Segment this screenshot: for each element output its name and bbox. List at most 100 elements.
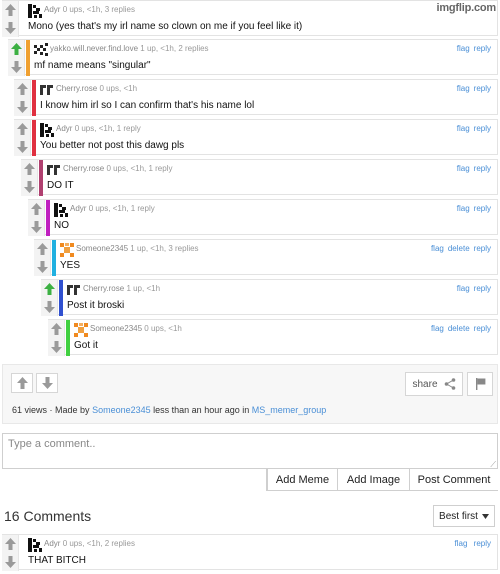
avatar[interactable] [60, 243, 74, 257]
upvote-button[interactable] [34, 240, 51, 258]
comment-username[interactable]: yakko.will.never.find.love [50, 44, 138, 53]
downvote-button[interactable] [14, 138, 31, 156]
arrow-down-icon [51, 341, 62, 353]
comment-text: Post it broski [67, 300, 125, 311]
comment-info: 0 ups, <1h, 3 replies [62, 5, 135, 14]
comment-info: 1 up, <1h, 2 replies [140, 44, 209, 53]
comment-username[interactable]: Adyr [44, 539, 60, 548]
upvote-button[interactable] [14, 120, 31, 138]
reply-link[interactable]: reply [474, 164, 491, 173]
avatar[interactable] [54, 203, 68, 217]
downvote-button[interactable] [48, 338, 65, 356]
comment-actions: flag reply [453, 163, 491, 175]
flag-link[interactable]: flag [457, 84, 470, 93]
arrow-up-icon [24, 163, 35, 175]
downvote-button[interactable] [8, 58, 25, 76]
avatar[interactable] [40, 83, 54, 97]
thread-depth-bar [26, 40, 30, 76]
comment-item: Someone2345 1 up, <1h, 3 replies YES flag d… [34, 239, 498, 276]
comment-info: 1 up, <1h, 3 replies [130, 244, 199, 253]
arrow-up-icon [5, 538, 16, 550]
downvote-button[interactable] [34, 258, 51, 276]
add-meme-button[interactable]: Add Meme [267, 469, 337, 490]
avatar[interactable] [28, 538, 42, 552]
arrow-up-icon [51, 323, 62, 335]
downvote-button[interactable] [41, 298, 58, 316]
upvote-button[interactable] [48, 320, 65, 338]
comment-actions: flag delete reply [427, 323, 491, 335]
post-downvote-button[interactable] [36, 373, 58, 393]
flag-icon [475, 378, 485, 390]
views-count: 61 views [12, 405, 48, 415]
reply-link[interactable]: reply [474, 124, 491, 133]
arrow-up-icon [5, 4, 16, 16]
downvote-button[interactable] [21, 178, 38, 196]
delete-link[interactable]: delete [448, 324, 470, 333]
avatar[interactable] [74, 323, 88, 337]
flag-link[interactable]: flag [431, 244, 444, 253]
upvote-button[interactable] [2, 1, 19, 19]
arrow-down-icon [31, 221, 42, 233]
flag-link[interactable]: flag [457, 44, 470, 53]
comment-username[interactable]: Adyr [44, 5, 60, 14]
flag-link[interactable]: flag [455, 539, 468, 548]
comment-username[interactable]: Adyr [70, 204, 86, 213]
thread-depth-bar [66, 320, 70, 356]
comment-item: Someone2345 0 ups, <1h Got it flag delete re… [48, 319, 498, 356]
sort-select[interactable]: Best first [433, 505, 495, 527]
share-button[interactable]: share [405, 372, 463, 396]
upvote-button[interactable] [21, 160, 38, 178]
comment-username[interactable]: Someone2345 [76, 244, 128, 253]
arrow-down-icon [41, 377, 53, 389]
avatar[interactable] [34, 43, 48, 57]
downvote-button[interactable] [2, 19, 19, 37]
avatar[interactable] [40, 123, 54, 137]
comment-username[interactable]: Cherry.rose [63, 164, 104, 173]
comment-username[interactable]: Cherry.rose [56, 84, 97, 93]
flag-link[interactable]: flag [431, 324, 444, 333]
downvote-button[interactable] [14, 98, 31, 116]
reply-link[interactable]: reply [474, 539, 491, 548]
post-upvote-button[interactable] [11, 373, 33, 393]
reply-link[interactable]: reply [474, 244, 491, 253]
comment-input[interactable] [2, 433, 498, 469]
avatar[interactable] [28, 4, 42, 18]
downvote-button[interactable] [2, 553, 19, 571]
comment-text: THAT BITCH [28, 555, 86, 566]
comment-username[interactable]: Cherry.rose [83, 284, 124, 293]
upvote-button[interactable] [2, 535, 19, 553]
flag-link[interactable]: flag [457, 284, 470, 293]
comment-item: Cherry.rose 0 ups, <1h, 1 reply DO IT flag… [21, 159, 498, 196]
comment-meta: Cherry.rose 0 ups, <1h [56, 83, 137, 95]
flag-link[interactable]: flag [457, 204, 470, 213]
comment-username[interactable]: Adyr [56, 124, 72, 133]
reply-link[interactable]: reply [474, 84, 491, 93]
reply-link[interactable]: reply [474, 44, 491, 53]
upvote-button[interactable] [28, 200, 45, 218]
flag-link[interactable]: flag [457, 164, 470, 173]
add-image-button[interactable]: Add Image [337, 469, 409, 490]
reply-link[interactable]: reply [474, 204, 491, 213]
author-link[interactable]: Someone2345 [92, 405, 151, 415]
comment-text: You better not post this dawg pls [40, 140, 185, 151]
post-meta: 61 views · Made by Someone2345 less than… [12, 405, 326, 415]
upvote-button[interactable] [41, 280, 58, 298]
upvote-button[interactable] [14, 80, 31, 98]
avatar[interactable] [67, 283, 81, 297]
arrow-up-icon [37, 243, 48, 255]
comment-info: 0 ups, <1h [144, 324, 182, 333]
reply-link[interactable]: reply [474, 324, 491, 333]
reply-link[interactable]: reply [474, 284, 491, 293]
comment-actions: flag reply [453, 123, 491, 135]
downvote-button[interactable] [28, 218, 45, 236]
flag-link[interactable]: flag [457, 124, 470, 133]
avatar[interactable] [47, 163, 61, 177]
flag-post-button[interactable] [467, 372, 493, 396]
post-comment-button[interactable]: Post Comment [409, 469, 498, 490]
comment-meta: Cherry.rose 1 up, <1h [83, 283, 160, 295]
vote-column [2, 1, 19, 37]
delete-link[interactable]: delete [448, 244, 470, 253]
upvote-button[interactable] [8, 40, 25, 58]
comment-username[interactable]: Someone2345 [90, 324, 142, 333]
stream-link[interactable]: MS_memer_group [252, 405, 327, 415]
